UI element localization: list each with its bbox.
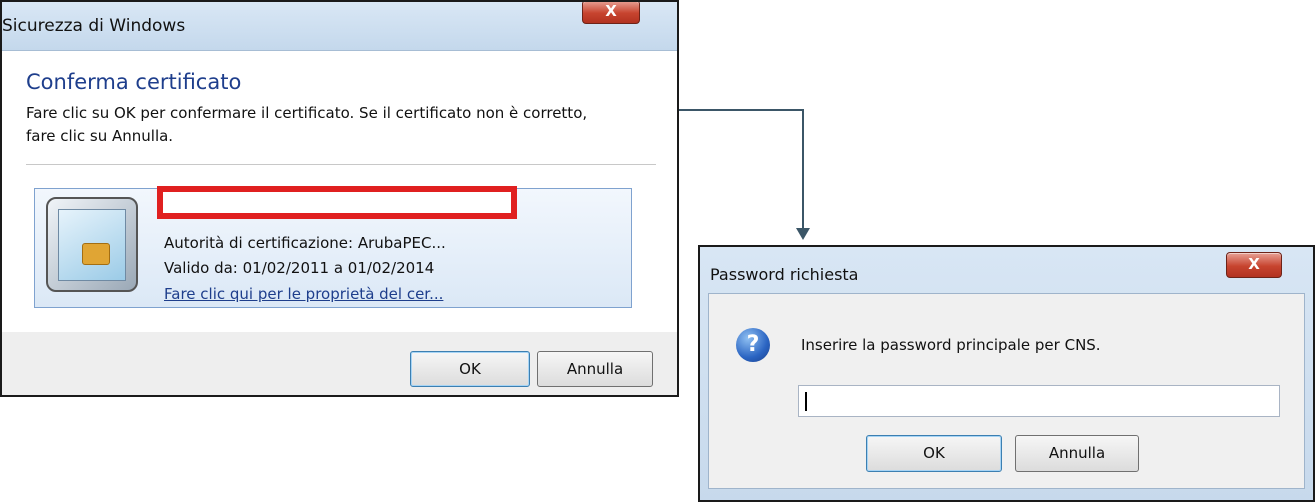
dialog-description: Fare clic su OK per confermare il certif… xyxy=(26,102,666,148)
cancel-button[interactable]: Annulla xyxy=(1015,435,1139,472)
chip-icon xyxy=(82,243,110,265)
window-title: Sicurezza di Windows xyxy=(2,16,186,36)
question-icon: ? xyxy=(736,328,770,362)
text-caret xyxy=(805,392,807,411)
title-bar: Sicurezza di Windows X xyxy=(2,2,677,51)
password-input[interactable] xyxy=(798,385,1280,417)
description-line-2: fare clic su Annulla. xyxy=(26,127,174,145)
security-dialog: Sicurezza di Windows X Conferma certific… xyxy=(0,0,679,397)
redacted-certificate-name xyxy=(157,186,517,219)
window-title: Password richiesta xyxy=(710,265,859,284)
ok-button[interactable]: OK xyxy=(866,435,1002,472)
close-button[interactable]: X xyxy=(1226,252,1282,278)
connector-line-horizontal xyxy=(679,109,804,111)
ok-button[interactable]: OK xyxy=(410,351,530,387)
dialog-heading: Conferma certificato xyxy=(26,70,242,94)
certificate-properties-link[interactable]: Fare clic qui per le proprietà del cer..… xyxy=(164,285,443,303)
connector-line-vertical xyxy=(802,109,804,229)
arrow-down-icon xyxy=(796,228,810,240)
separator xyxy=(26,164,656,165)
password-dialog: Password richiesta X ? Inserire la passw… xyxy=(698,245,1315,502)
cancel-button[interactable]: Annulla xyxy=(537,351,653,387)
certificate-issuer: Autorità di certificazione: ArubaPEC... xyxy=(164,234,446,252)
description-line-1: Fare clic su OK per confermare il certif… xyxy=(26,104,588,122)
certificate-validity: Valido da: 01/02/2011 a 01/02/2014 xyxy=(164,259,435,277)
smart-card-icon xyxy=(46,197,138,292)
close-button[interactable]: X xyxy=(582,2,640,24)
password-prompt: Inserire la password principale per CNS. xyxy=(801,336,1101,354)
